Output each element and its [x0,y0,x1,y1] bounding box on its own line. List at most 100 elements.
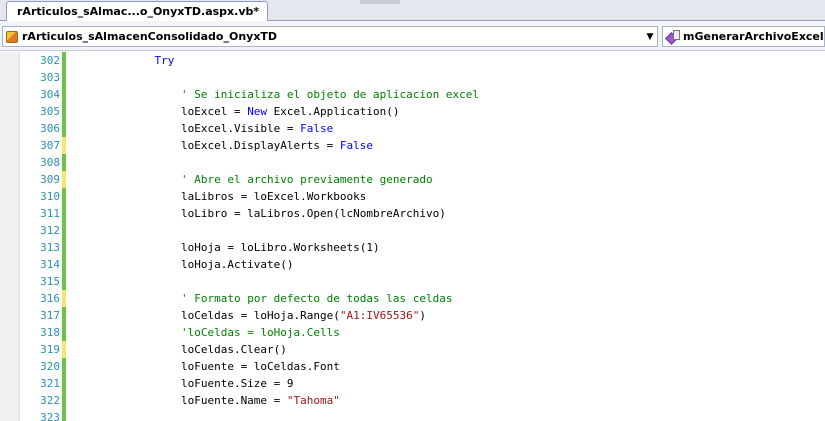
line-number: 321 [40,377,60,390]
code-line[interactable]: 321 loFuente.Size = 9 [0,375,825,392]
keyword-token: New [247,105,268,118]
string-token: "A1:IV65536" [339,309,420,322]
code-line[interactable]: 303 [0,69,825,86]
document-tab[interactable]: rArticulos_sAlmac...o_OnyxTD.aspx.vb* [6,1,269,21]
change-indicator [62,375,66,392]
code-line[interactable]: 319 loCeldas.Clear() [0,341,825,358]
code-token: loFuente = loCeldas.Font [75,360,340,373]
line-number: 319 [40,343,60,356]
comment-token: ' Se inicializa el objeto de aplicacion … [180,88,479,101]
line-number: 311 [40,207,60,220]
change-indicator [62,154,66,171]
change-indicator [62,392,66,409]
code-line[interactable]: 307 loExcel.DisplayAlerts = False [0,137,825,154]
change-indicator [62,256,66,273]
code-line[interactable]: 305 loExcel = New Excel.Application() [0,103,825,120]
keyword-token: False [300,122,334,135]
code-line[interactable]: 308 [0,154,825,171]
keyword-token: Try [154,54,175,67]
method-dropdown[interactable]: mGenerarArchivoExcel [662,26,825,47]
code-line[interactable]: 318 'loCeldas = loHoja.Cells [0,324,825,341]
comment-token: 'loCeldas = loHoja.Cells [180,326,340,339]
change-indicator [62,52,66,69]
line-text: loHoja = loLibro.Worksheets(1) [75,239,380,256]
code-line[interactable]: 310 laLibros = loExcel.Workbooks [0,188,825,205]
code-token: loLibro = laLibros.Open(lcNombreArchivo) [75,207,446,220]
code-line[interactable]: 312 [0,222,825,239]
class-dropdown[interactable]: rArticulos_sAlmacenConsolidado_OnyxTD ▼ [2,26,658,47]
line-number: 312 [40,224,60,237]
code-token: loHoja.Activate() [75,258,294,271]
code-line[interactable]: 314 loHoja.Activate() [0,256,825,273]
chevron-down-icon[interactable]: ▼ [643,32,657,42]
line-text: loLibro = laLibros.Open(lcNombreArchivo) [75,205,446,222]
line-text: loCeldas = loHoja.Range("A1:IV65536") [75,307,426,324]
class-icon [6,30,18,43]
code-token: loExcel.Visible = [75,122,301,135]
code-line[interactable]: 302 Try [0,52,825,69]
code-token: Excel.Application() [267,105,400,118]
line-number: 306 [40,122,60,135]
code-line[interactable]: 320 loFuente = loCeldas.Font [0,358,825,375]
line-number: 304 [40,88,60,101]
code-line[interactable]: 317 loCeldas = loHoja.Range("A1:IV65536"… [0,307,825,324]
change-indicator [62,188,66,205]
code-line[interactable]: 322 loFuente.Name = "Tahoma" [0,392,825,409]
document-tab-strip: rArticulos_sAlmac...o_OnyxTD.aspx.vb* [0,0,825,21]
line-number: 314 [40,258,60,271]
change-indicator [62,273,66,290]
code-line[interactable]: 304 ' Se inicializa el objeto de aplicac… [0,86,825,103]
line-number: 313 [40,241,60,254]
class-dropdown-value: rArticulos_sAlmacenConsolidado_OnyxTD [22,30,278,43]
line-number: 322 [40,394,60,407]
line-number: 318 [40,326,60,339]
change-indicator [62,171,66,188]
change-indicator [62,222,66,239]
line-text: loFuente = loCeldas.Font [75,358,340,375]
line-text: loExcel = New Excel.Application() [75,103,400,120]
line-text: ' Formato por defecto de todas las celda… [75,290,453,307]
line-text: laLibros = loExcel.Workbooks [75,188,366,205]
change-indicator [62,239,66,256]
line-text: loHoja.Activate() [75,256,294,273]
code-line[interactable]: 309 ' Abre el archivo previamente genera… [0,171,825,188]
line-number: 316 [40,292,60,305]
line-number: 320 [40,360,60,373]
line-text: ' Abre el archivo previamente generado [75,171,433,188]
code-token: loHoja = loLibro.Worksheets(1) [75,241,380,254]
line-text: Try [75,52,174,69]
line-text: loFuente.Name = "Tahoma" [75,392,340,409]
line-text: loFuente.Size = 9 [75,375,294,392]
line-number: 307 [40,139,60,152]
change-indicator [62,86,66,103]
comment-token: ' Formato por defecto de todas las celda… [180,292,453,305]
line-text: loCeldas.Clear() [75,341,287,358]
line-text: ' Se inicializa el objeto de aplicacion … [75,86,479,103]
change-indicator [62,290,66,307]
code-line[interactable]: 315 [0,273,825,290]
code-line[interactable]: 311 loLibro = laLibros.Open(lcNombreArch… [0,205,825,222]
change-indicator [62,137,66,154]
line-text: loExcel.Visible = False [75,120,333,137]
line-number: 315 [40,275,60,288]
change-indicator [62,103,66,120]
code-token: ) [419,309,427,322]
method-icon [666,30,680,43]
change-indicator [62,324,66,341]
line-number: 303 [40,71,60,84]
code-editor[interactable]: 302 Try 303 304 ' Se inicializa el objeto … [0,52,825,421]
code-line[interactable]: 313 loHoja = loLibro.Worksheets(1) [0,239,825,256]
line-text: loExcel.DisplayAlerts = False [75,137,373,154]
line-number: 310 [40,190,60,203]
comment-token: ' Abre el archivo previamente generado [180,173,433,186]
code-line[interactable]: 306 loExcel.Visible = False [0,120,825,137]
change-indicator [62,341,66,358]
code-line[interactable]: 323 [0,409,825,421]
code-line[interactable]: 316 ' Formato por defecto de todas las c… [0,290,825,307]
code-token: laLibros = loExcel.Workbooks [75,190,367,203]
line-number: 317 [40,309,60,322]
code-token: loExcel = [75,105,248,118]
